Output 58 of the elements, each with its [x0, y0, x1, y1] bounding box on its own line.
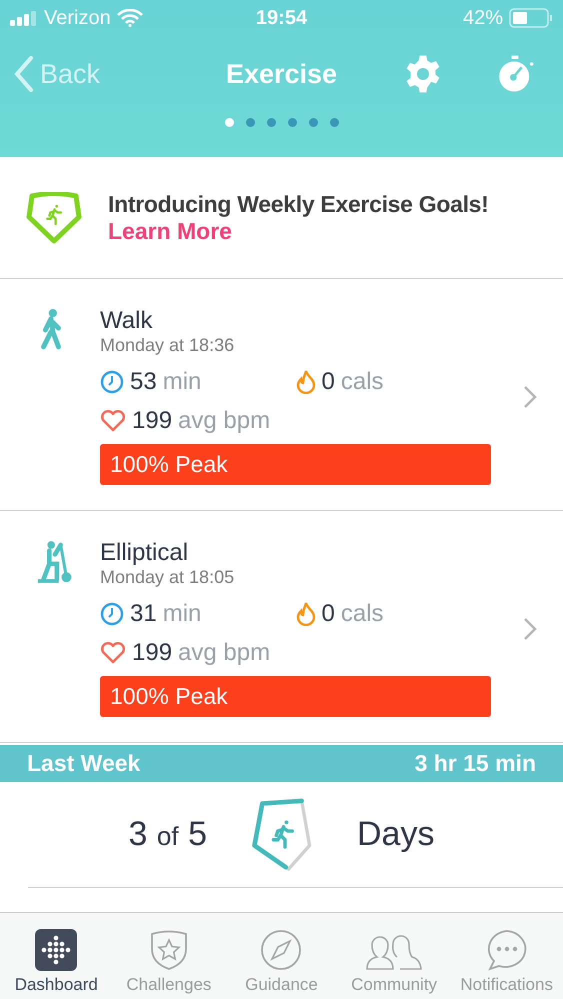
screen-title: Exercise: [224, 58, 338, 90]
days-count: 3 of 5: [128, 815, 207, 854]
tab-bar-item[interactable]: Community: [338, 913, 450, 999]
carrier-name: Verizon: [44, 6, 111, 30]
duration-value: 53: [130, 368, 157, 396]
heart-rate-value: 199: [132, 638, 172, 666]
tab-bar-item[interactable]: Notifications: [450, 913, 563, 999]
page-dot[interactable]: [330, 118, 338, 127]
compass-icon: [260, 929, 302, 971]
flame-icon: [296, 370, 316, 394]
battery-icon: [509, 8, 553, 28]
exercise-card[interactable]: Elliptical Monday at 18:05 31 min 0 cals 199 avg bpm 100% Peak: [0, 511, 563, 743]
chevron-left-icon: [14, 56, 34, 92]
exercise-time: Monday at 18:05: [100, 567, 236, 588]
heart-rate-unit: avg bpm: [178, 638, 270, 666]
exercise-card[interactable]: Walk Monday at 18:36 53 min 0 cals 199 avg bpm 100% Peak: [0, 279, 563, 511]
back-button[interactable]: Back: [14, 56, 100, 92]
goal-badge-icon: [26, 192, 82, 244]
last-week-label: Last Week: [27, 750, 140, 777]
clock-icon: [100, 602, 124, 626]
days-label: Days: [356, 815, 434, 854]
flame-icon: [296, 602, 316, 626]
heart-zone-bar: 100% Peak: [100, 676, 491, 717]
calories-value: 0: [322, 368, 335, 396]
exercise-time: Monday at 18:36: [100, 335, 236, 356]
duration-unit: min: [162, 600, 202, 628]
tab-bar-item[interactable]: Dashboard: [0, 913, 113, 999]
page-dot[interactable]: [224, 118, 234, 127]
heart-rate-value: 199: [132, 406, 172, 434]
battery-percentage: 42%: [462, 6, 503, 30]
heart-icon: [100, 640, 126, 664]
page-dot[interactable]: [308, 118, 318, 127]
calories-value: 0: [322, 600, 335, 628]
heart-rate-unit: avg bpm: [178, 406, 270, 434]
page-dot[interactable]: [266, 118, 276, 127]
page-dot[interactable]: [246, 118, 254, 127]
duration-value: 31: [130, 600, 157, 628]
tab-bar-item[interactable]: Challenges: [112, 913, 226, 999]
heart-zone-bar: 100% Peak: [100, 444, 491, 485]
heart-icon: [100, 408, 126, 432]
page-dot[interactable]: [288, 118, 296, 127]
elliptical-machine-icon: [36, 539, 74, 585]
calories-unit: cals: [340, 368, 384, 396]
exercise-name: Elliptical: [100, 539, 190, 567]
tab-bar-item[interactable]: Guidance: [225, 913, 338, 999]
wifi-icon: [116, 9, 143, 27]
duration-unit: min: [162, 368, 202, 396]
signal-icon: [10, 10, 38, 26]
chevron-right-icon: [523, 617, 537, 641]
weekly-total: 3 hr 15 min: [414, 750, 536, 777]
calories-unit: cals: [340, 600, 384, 628]
exercise-name: Walk: [100, 307, 154, 335]
banner-title: Introducing Weekly Exercise Goals!: [108, 190, 489, 218]
clock-icon: [100, 370, 124, 394]
chevron-right-icon: [523, 385, 537, 409]
learn-more-link[interactable]: Learn More: [108, 218, 489, 244]
dotted-logo-icon: [35, 929, 78, 971]
status-time: 19:54: [256, 6, 308, 30]
